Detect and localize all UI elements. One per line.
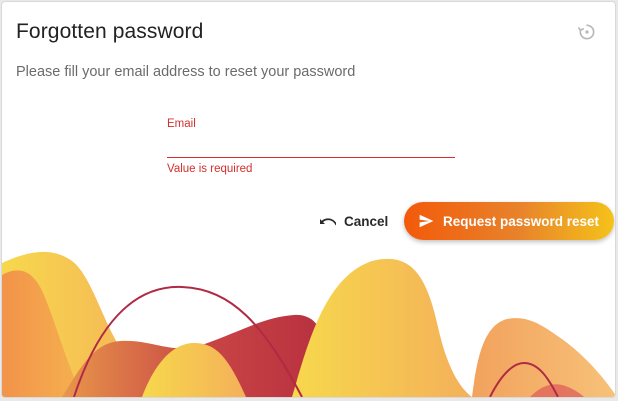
history-button[interactable] [577, 22, 597, 42]
email-label: Email [167, 118, 196, 130]
undo-icon [320, 218, 336, 226]
email-field: Email Value is required [167, 116, 455, 175]
cancel-button[interactable]: Cancel [310, 205, 398, 237]
decorative-wave-background [2, 251, 615, 397]
request-password-reset-button[interactable]: Request password reset [404, 202, 614, 240]
email-input[interactable] [167, 132, 455, 158]
request-password-reset-label: Request password reset [442, 213, 600, 229]
send-icon [419, 214, 434, 228]
dialog-subtitle: Please fill your email address to reset … [16, 64, 356, 80]
forgot-password-dialog: Forgotten password Please fill your emai… [1, 1, 616, 398]
email-error-message: Value is required [167, 163, 253, 175]
dialog-title: Forgotten password [16, 20, 204, 43]
history-icon [578, 24, 595, 40]
cancel-button-label: Cancel [344, 213, 389, 229]
